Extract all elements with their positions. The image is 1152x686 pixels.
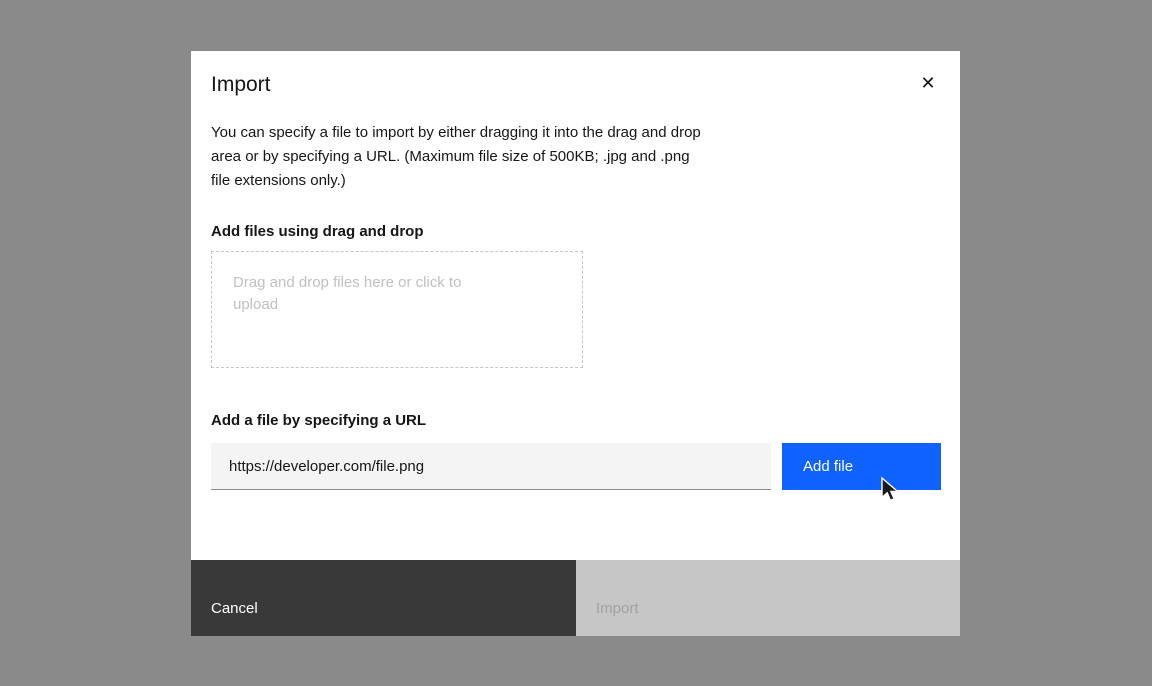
drag-drop-section-label: Add files using drag and drop	[211, 223, 424, 240]
modal-footer: Cancel Import	[191, 560, 960, 636]
modal-backdrop: Import ✕ You can specify a file to impor…	[0, 0, 1152, 686]
dropzone-placeholder: Drag and drop files here or click to upl…	[233, 272, 493, 316]
modal-description: You can specify a file to import by eith…	[211, 121, 711, 193]
import-button[interactable]: Import	[576, 560, 960, 636]
url-section-label: Add a file by specifying a URL	[211, 412, 426, 429]
url-input-row: Add file	[211, 443, 941, 490]
import-modal: Import ✕ You can specify a file to impor…	[191, 51, 960, 636]
close-icon: ✕	[920, 73, 935, 93]
add-file-button[interactable]: Add file	[782, 443, 941, 490]
modal-title: Import	[211, 73, 271, 97]
cancel-button[interactable]: Cancel	[191, 560, 576, 636]
close-button[interactable]: ✕	[912, 67, 944, 99]
file-dropzone[interactable]: Drag and drop files here or click to upl…	[211, 251, 583, 368]
url-input[interactable]	[211, 443, 771, 490]
